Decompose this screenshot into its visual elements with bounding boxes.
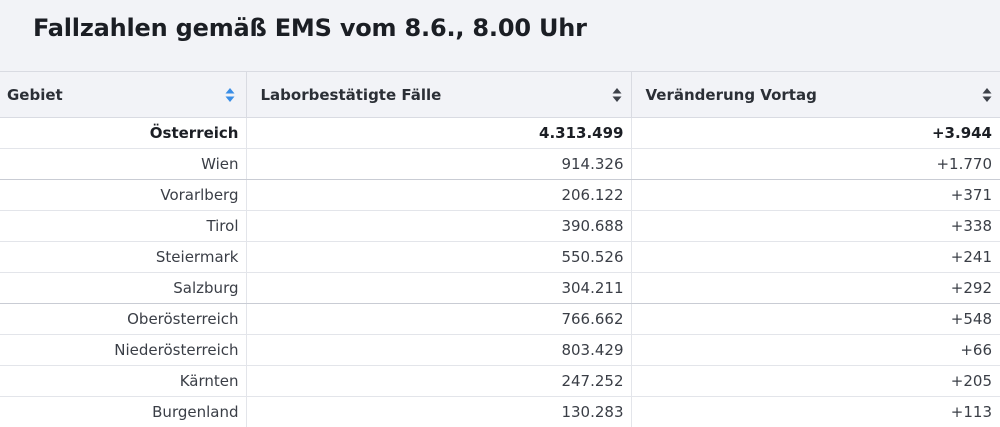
cell-faelle: 390.688: [246, 210, 632, 242]
table-row: Kärnten 247.252 +205: [0, 365, 1000, 397]
cell-faelle: 247.252: [246, 365, 632, 397]
cell-gebiet: Oberösterreich: [0, 303, 247, 335]
cell-faelle: 550.526: [246, 241, 632, 273]
cell-gebiet: Niederösterreich: [0, 334, 247, 366]
table-row: Tirol 390.688 +338: [0, 210, 1000, 242]
cell-veraenderung: +66: [631, 334, 1000, 366]
cell-gebiet: Steiermark: [0, 241, 247, 273]
column-header-label: Laborbestätigte Fälle: [260, 85, 442, 104]
cell-veraenderung: +371: [631, 179, 1000, 211]
column-header-label: Veränderung Vortag: [645, 85, 817, 104]
cell-veraenderung: +3.944: [631, 117, 1000, 149]
case-table: Gebiet Laborbestätigte Fälle Veränderung…: [0, 71, 1000, 427]
sort-icon[interactable]: [612, 87, 622, 103]
table-row: Burgenland 130.283 +113: [0, 396, 1000, 427]
table-row: Oberösterreich 766.662 +548: [0, 303, 1000, 335]
cell-gebiet: Vorarlberg: [0, 179, 247, 211]
cell-veraenderung: +338: [631, 210, 1000, 242]
cell-faelle: 206.122: [246, 179, 632, 211]
table-row: Wien 914.326 +1.770: [0, 148, 1000, 180]
table-row: Steiermark 550.526 +241: [0, 241, 1000, 273]
cell-faelle: 914.326: [246, 148, 632, 180]
cell-gebiet: Wien: [0, 148, 247, 180]
cell-veraenderung: +241: [631, 241, 1000, 273]
cell-faelle: 130.283: [246, 396, 632, 427]
column-header-veraenderung[interactable]: Veränderung Vortag: [631, 71, 1000, 118]
cell-veraenderung: +113: [631, 396, 1000, 427]
cell-gebiet: Tirol: [0, 210, 247, 242]
data-table-container: Gebiet Laborbestätigte Fälle Veränderung…: [0, 71, 1000, 427]
cell-gebiet: Salzburg: [0, 272, 247, 304]
cell-faelle: 766.662: [246, 303, 632, 335]
table-row: Niederösterreich 803.429 +66: [0, 334, 1000, 366]
cell-faelle: 304.211: [246, 272, 632, 304]
cell-veraenderung: +292: [631, 272, 1000, 304]
sort-icon[interactable]: [982, 87, 992, 103]
table-row: Salzburg 304.211 +292: [0, 272, 1000, 304]
page-title: Fallzahlen gemäß EMS vom 8.6., 8.00 Uhr: [33, 14, 587, 42]
column-header-label: Gebiet: [7, 85, 63, 104]
cell-veraenderung: +205: [631, 365, 1000, 397]
table-header-row: Gebiet Laborbestätigte Fälle Veränderung…: [0, 71, 1000, 118]
table-row: Vorarlberg 206.122 +371: [0, 179, 1000, 211]
column-header-faelle[interactable]: Laborbestätigte Fälle: [246, 71, 632, 118]
table-row-total: Österreich 4.313.499 +3.944: [0, 117, 1000, 149]
column-header-gebiet[interactable]: Gebiet: [0, 71, 247, 118]
cell-faelle: 4.313.499: [246, 117, 632, 149]
cell-faelle: 803.429: [246, 334, 632, 366]
sort-icon-active[interactable]: [225, 87, 235, 103]
cell-veraenderung: +1.770: [631, 148, 1000, 180]
title-bar: Fallzahlen gemäß EMS vom 8.6., 8.00 Uhr: [0, 0, 1000, 71]
cell-gebiet: Burgenland: [0, 396, 247, 427]
cell-gebiet: Österreich: [0, 117, 247, 149]
cell-veraenderung: +548: [631, 303, 1000, 335]
cell-gebiet: Kärnten: [0, 365, 247, 397]
